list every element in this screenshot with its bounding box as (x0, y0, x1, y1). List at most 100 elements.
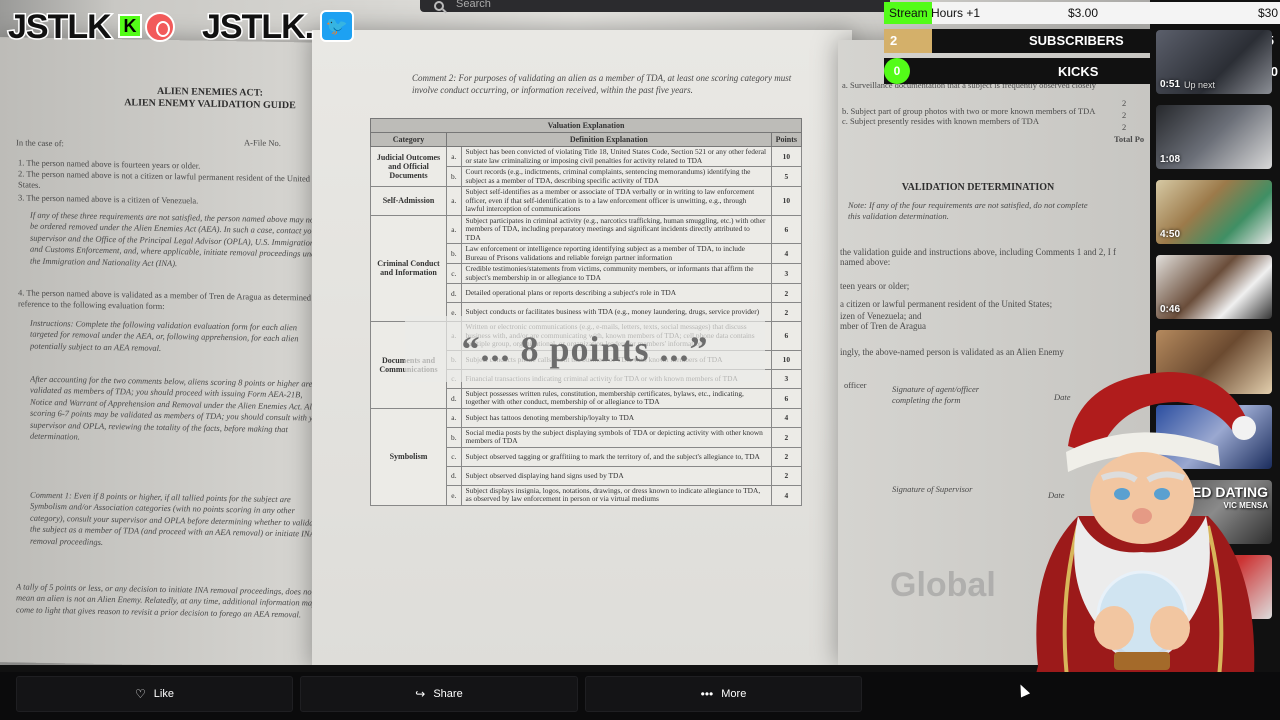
signature-officer-label: officer (844, 380, 867, 390)
stream-hours-goal: Stream Hours +1 $3.00 $30 (884, 2, 1280, 24)
instructions: Instructions: Complete the following val… (30, 317, 299, 353)
table-row-letter: c. (446, 263, 462, 285)
table-row-points: 6 (770, 321, 803, 351)
search-placeholder: Search (456, 0, 491, 10)
table-row-points: 2 (770, 426, 803, 448)
table-row-letter: a. (446, 214, 462, 245)
association-points-c: 2 (1122, 122, 1127, 132)
table-row-points: 2 (770, 302, 803, 323)
kick-logo-icon: K (118, 14, 142, 38)
association-row-c: c. Subject presently resides with known … (842, 116, 1039, 126)
table-row-definition: Subject observed displaying hand signs u… (460, 465, 772, 486)
determination-line-4: a citizen or lawful permanent resident o… (840, 299, 1053, 309)
kicks-count: 0 (884, 58, 910, 84)
table-row-letter: b. (446, 243, 462, 265)
search-bar[interactable]: Search (420, 0, 890, 12)
afile-label: A-File No. (244, 137, 281, 149)
table-row-letter: a. (446, 145, 462, 168)
table-row-definition: Subject possesses written rules, constit… (460, 387, 772, 409)
table-row-definition: Subject has been convicted of violating … (460, 145, 772, 168)
table-category: Judicial Outcomes and Official Documents (370, 145, 447, 188)
table-row: Symbolism a. Subject has tattoos denoting … (370, 407, 803, 506)
determination-line-6: mber of Tren de Aragua (840, 321, 926, 331)
table-row-letter: d. (446, 387, 462, 409)
requirements-paragraph: If any of these three requirements are n… (30, 209, 323, 269)
validation-table: Valuation Explanation Category Definitio… (370, 118, 803, 506)
santa-mascot-illustration (1030, 372, 1256, 698)
thumbnail-duration: 0:46 (1160, 304, 1181, 315)
table-row-points: 2 (770, 446, 803, 467)
thumbnail-4[interactable]: 0:46 (1156, 255, 1272, 319)
requirement-2: 2. The person named above is not a citiz… (18, 168, 311, 191)
video-player[interactable]: ALIEN ENEMIES ACT: ALIEN ENEMY VALIDATIO… (0, 0, 1150, 665)
table-row-letter: e. (446, 484, 462, 506)
table-row-points: 3 (770, 368, 803, 389)
determination-line-7: ingly, the above-named person is validat… (840, 347, 1064, 357)
determination-line-3: teen years or older; (840, 281, 910, 291)
share-label: Share (433, 688, 463, 700)
table-row-points: 3 (770, 263, 803, 285)
table-row-definition: Subject self-identifies as a member or a… (460, 186, 772, 216)
determination-note: Note: If any of the four requirements ar… (848, 200, 1088, 222)
table-row-points: 4 (770, 243, 803, 265)
thumbnail-duration: 0:51 (1160, 79, 1181, 90)
kick-channel-logo: JSTLK (7, 7, 114, 48)
table-row-definition: Law enforcement or intelligence reportin… (460, 243, 772, 265)
global-news-watermark: Global (890, 566, 996, 604)
stream-hours-target: $30 (1257, 6, 1278, 20)
more-label: More (721, 688, 747, 700)
header-definition: Definition Explanation (446, 132, 772, 147)
doc-title-line2: ALIEN ENEMY VALIDATION GUIDE (124, 97, 296, 112)
table-row: Judicial Outcomes and Official Documents… (370, 145, 803, 188)
table-row-points: 10 (770, 349, 803, 370)
tally-paragraph: A tally of 5 points or less, or any deci… (16, 581, 316, 620)
document-left: ALIEN ENEMIES ACT: ALIEN ENEMY VALIDATIO… (0, 37, 330, 665)
more-button[interactable]: ••• More (585, 676, 862, 712)
table-row-letter: d. (446, 283, 462, 304)
quote-text: “... 8 points ...” (461, 329, 709, 369)
header-points: Points (770, 132, 803, 147)
action-bar: ♡ Like ↪ Share ••• More (0, 672, 1280, 720)
table-row-definition: Subject participates in criminal activit… (460, 214, 772, 245)
stream-hours-amount: $3.00 (1068, 6, 1099, 20)
table-row-points: 5 (770, 166, 803, 188)
like-button[interactable]: ♡ Like (16, 676, 293, 712)
thumbnail-1[interactable]: 0:51 Up next (1156, 30, 1272, 94)
table-row-letter: d. (446, 465, 462, 486)
stream-hours-label: Stream Hours +1 (889, 6, 981, 20)
table-row-letter: b. (446, 166, 462, 188)
signature-agent-label: Signature of agent/officer completing th… (892, 384, 980, 406)
quote-overlay: “... 8 points ...” (405, 316, 765, 382)
requirement-4: 4. The person named above is validated a… (18, 287, 322, 312)
table-row-definition: Credible testimonies/statements from vic… (460, 263, 772, 285)
table-title: Valuation Explanation (370, 118, 802, 133)
table-row-points: 4 (770, 407, 803, 428)
table-category: Self-Admission (370, 186, 447, 216)
subscribers-count: 2 (890, 33, 898, 48)
scoring-paragraph: After accounting for the two comments be… (30, 373, 326, 442)
table-row: Criminal Conduct and Information a. Subjec… (370, 214, 803, 323)
table-row-definition: Subject has tattoos denoting membership/… (460, 407, 772, 428)
case-label: In the case of: (16, 137, 64, 149)
thumbnail-2[interactable]: 1:08 (1156, 105, 1272, 169)
determination-line-2: named above: (840, 257, 891, 267)
subscribers-label: SUBSCRIBERS (1029, 33, 1124, 48)
record-icon (145, 12, 175, 42)
table-row-letter: a. (446, 186, 462, 216)
share-button[interactable]: ↪ Share (300, 676, 578, 712)
total-points-label: Total Po (1114, 134, 1145, 144)
header-category: Category (370, 132, 447, 147)
share-icon: ↪ (415, 687, 426, 701)
table-row-points: 6 (770, 214, 803, 245)
table-row-definition: Subject displays insignia, logos, notati… (460, 484, 772, 506)
table-category: Criminal Conduct and Information (370, 214, 447, 323)
signature-supervisor-label: Signature of Supervisor (892, 484, 973, 494)
validation-determination-title: VALIDATION DETERMINATION (901, 182, 1055, 193)
table-row-letter: b. (446, 426, 462, 448)
thumbnail-duration: 4:50 (1160, 229, 1181, 240)
association-points-b: 2 (1122, 110, 1127, 120)
table-row-points: 10 (770, 186, 803, 216)
thumbnail-3[interactable]: 4:50 (1156, 180, 1272, 244)
table-row-definition: Court records (e.g., indictments, crimin… (460, 166, 772, 188)
like-label: Like (153, 688, 174, 700)
